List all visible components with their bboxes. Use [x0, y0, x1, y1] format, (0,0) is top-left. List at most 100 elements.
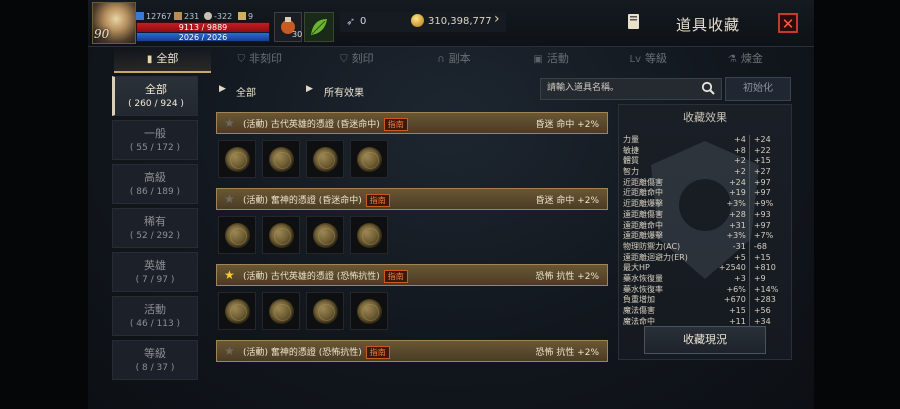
item-slot[interactable]: [350, 292, 388, 330]
feather-icon: ➶: [346, 15, 356, 28]
effect-row: 近距離爆擊 +3% +9%: [623, 199, 787, 210]
collection-status-button[interactable]: 收藏現況: [644, 326, 766, 354]
set-name: (活動) 奮神的憑證 (昏迷命中) 指南: [243, 193, 390, 207]
collection-window: 90 12767 231 -322 9 9113 / 9889 2026 / 2…: [88, 0, 814, 409]
effect-row: 魔法傷害 +15 +56: [623, 306, 787, 317]
effect-row: 敏捷 +8 +22: [623, 145, 787, 157]
effect-row: 藥水恢復率 +6% +14%: [623, 284, 787, 296]
category-all[interactable]: 全部 ( 260 / 924 ): [112, 76, 198, 116]
coin-item-icon: [225, 147, 250, 172]
star-icon[interactable]: ★: [224, 192, 235, 206]
hp-text: 9113 / 9889: [178, 23, 228, 32]
search-input[interactable]: [545, 82, 699, 94]
chevron-right-icon[interactable]: ›: [494, 11, 500, 27]
tab-level[interactable]: Lv 等級: [600, 47, 697, 73]
item-slot[interactable]: [262, 292, 300, 330]
set-effect: 昏迷 命中 +2%: [535, 120, 599, 130]
mp-text: 2026 / 2026: [178, 33, 228, 42]
set-header[interactable]: ★ (活動) 奮神的憑證 (恐怖抗性) 指南 恐怖 抗性 +2%: [216, 340, 608, 362]
coin-item-icon: [225, 223, 250, 248]
set-header[interactable]: ★ (活動) 古代英雄的憑證 (昏迷命中) 指南 昏迷 命中 +2%: [216, 112, 608, 134]
coin-item-icon: [225, 299, 250, 324]
guide-tag[interactable]: 指南: [365, 194, 390, 207]
coin-item-icon: [313, 147, 338, 172]
tab-alchemy[interactable]: ⚗ 煉金: [697, 47, 794, 73]
item-slot[interactable]: [306, 292, 344, 330]
crystal-icon: [136, 12, 144, 20]
set-name: (活動) 古代英雄的憑證 (恐怖抗性) 指南: [243, 269, 408, 283]
close-button[interactable]: ✕: [778, 13, 798, 33]
category-rare[interactable]: 稀有 ( 52 / 292 ): [112, 208, 198, 248]
set-effect: 恐怖 抗性 +2%: [535, 348, 599, 358]
potion-count: 30: [292, 30, 303, 39]
set-slots: [218, 216, 388, 254]
grade-category-list: 全部 ( 260 / 924 ) 一般 ( 55 / 172 ) 高級 ( 86…: [112, 76, 198, 384]
guide-tag[interactable]: 指南: [383, 118, 408, 131]
tab-engraved[interactable]: ⛉ 刻印: [308, 47, 405, 73]
character-level: 90: [94, 27, 110, 41]
item-slot[interactable]: [350, 140, 388, 178]
effect-filter[interactable]: 所有效果: [324, 84, 364, 99]
set-effect: 恐怖 抗性 +2%: [535, 272, 599, 282]
star-icon[interactable]: ★: [224, 116, 235, 130]
star-icon[interactable]: ★: [224, 268, 235, 282]
tab-dungeon[interactable]: ∩ 副本: [405, 47, 502, 73]
coin-item-icon: [357, 147, 382, 172]
star-icon[interactable]: ★: [224, 344, 235, 358]
skull-icon: [204, 12, 212, 20]
effect-row: 遠距離命中 +31 +97: [623, 220, 787, 232]
item-slot[interactable]: [218, 292, 256, 330]
tab-non-engraved[interactable]: ⛉ 非刻印: [211, 47, 308, 73]
tab-all[interactable]: ▮ 全部: [114, 47, 212, 73]
effect-row: 物理防禦力(AC) -31 -68: [623, 241, 787, 253]
set-name: (活動) 奮神的憑證 (恐怖抗性) 指南: [243, 345, 390, 359]
effect-row: 智力 +2 +27: [623, 167, 787, 178]
category-advanced[interactable]: 高級 ( 86 / 189 ): [112, 164, 198, 204]
stat-d: 9: [238, 12, 253, 21]
helmet-icon: ∩: [437, 54, 445, 65]
set-header[interactable]: ★ (活動) 奮神的憑證 (昏迷命中) 指南 昏迷 命中 +2%: [216, 188, 608, 210]
item-slot[interactable]: [218, 216, 256, 254]
guide-tag[interactable]: 指南: [383, 270, 408, 283]
effect-row: 近距離命中 +19 +97: [623, 188, 787, 200]
grade-filter[interactable]: 全部: [236, 84, 256, 99]
set-header[interactable]: ★ (活動) 古代英雄的憑證 (恐怖抗性) 指南 恐怖 抗性 +2%: [216, 264, 608, 286]
item-slot[interactable]: [306, 140, 344, 178]
leaf-icon: [311, 19, 327, 35]
item-slot[interactable]: [262, 216, 300, 254]
effect-row: 遠距離傷害 +28 +93: [623, 209, 787, 221]
coin-item-icon: [313, 299, 338, 324]
coin-item-icon: [269, 223, 294, 248]
shield-icon: ⛉: [340, 54, 348, 65]
guide-tag[interactable]: 指南: [365, 346, 390, 359]
level-icon: Lv: [629, 54, 642, 65]
item-slot[interactable]: [262, 140, 300, 178]
category-normal[interactable]: 一般 ( 55 / 172 ): [112, 120, 198, 160]
book-icon: [628, 14, 639, 29]
set-slots: [218, 140, 388, 178]
reset-button[interactable]: 初始化: [725, 77, 791, 101]
coin-item-icon: [269, 299, 294, 324]
effect-row: 遠距離迴避力(ER) +5 +15: [623, 252, 787, 264]
buff-slot[interactable]: [304, 12, 334, 42]
item-slot[interactable]: [306, 216, 344, 254]
window-title: 道具收藏: [676, 16, 741, 34]
category-level[interactable]: 等級 ( 8 / 37 ): [112, 340, 198, 380]
gift-icon: ▣: [533, 54, 543, 65]
search-box: [540, 78, 722, 100]
search-icon[interactable]: [701, 81, 715, 95]
effects-title: 收藏效果: [683, 111, 727, 124]
coin-item-icon: [313, 223, 338, 248]
mp-bar: 2026 / 2026: [136, 32, 270, 42]
trophy-icon: [238, 12, 246, 20]
top-status-bar: 90 12767 231 -322 9 9113 / 9889 2026 / 2…: [88, 0, 814, 47]
category-hero[interactable]: 英雄 ( 7 / 97 ): [112, 252, 198, 292]
play-arrow-icon: ▶: [219, 84, 226, 94]
category-tabs: ▮ 全部 ⛉ 非刻印 ⛉ 刻印 ∩ 副本 ▣ 活動 Lv 等級 ⚗ 煉金: [114, 47, 794, 73]
gold-value: 310,398,777: [428, 16, 492, 27]
collection-effects-panel: 收藏效果 力量 +4 +24 敏捷 +8 +22 體質 +2 +15 智力 +2 +27 近距離…: [618, 104, 792, 360]
category-event[interactable]: 活動 ( 46 / 113 ): [112, 296, 198, 336]
item-slot[interactable]: [350, 216, 388, 254]
tab-event[interactable]: ▣ 活動: [503, 47, 600, 73]
item-slot[interactable]: [218, 140, 256, 178]
